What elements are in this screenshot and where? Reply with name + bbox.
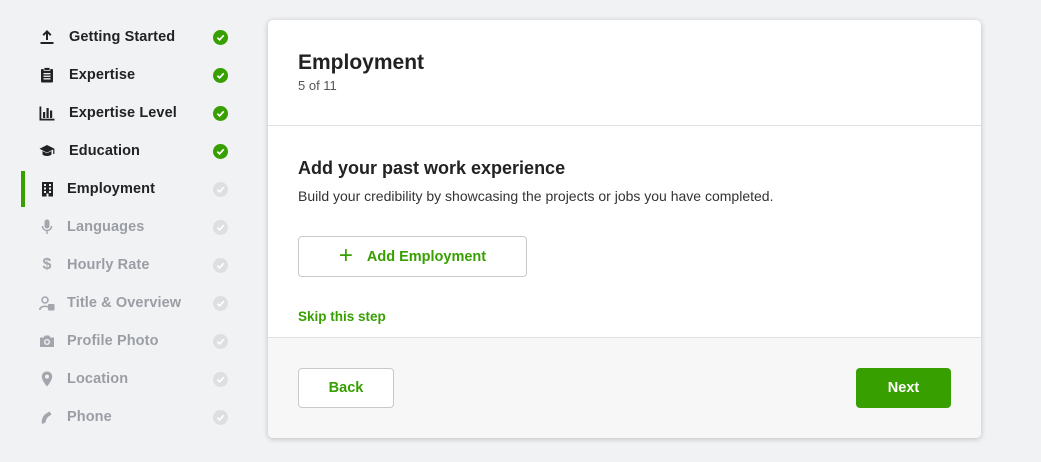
check-circle-icon <box>213 410 228 425</box>
sidebar-item-label: Title & Overview <box>67 295 182 311</box>
sidebar-item-getting-started[interactable]: Getting Started <box>0 18 250 56</box>
check-circle-icon <box>213 372 228 387</box>
next-button[interactable]: Next <box>856 368 951 408</box>
sidebar-item-title-overview[interactable]: Title & Overview <box>0 284 250 322</box>
sidebar-item-label: Phone <box>67 409 112 425</box>
sidebar-item-label: Languages <box>67 219 145 235</box>
check-circle-icon <box>213 296 228 311</box>
sidebar-item-expertise-level[interactable]: Expertise Level <box>0 94 250 132</box>
step-counter: 5 of 11 <box>298 78 337 93</box>
sidebar-item-label: Education <box>69 143 140 159</box>
sidebar-item-languages[interactable]: Languages <box>0 208 250 246</box>
section-description: Build your credibility by showcasing the… <box>298 188 774 204</box>
sidebar-item-label: Expertise Level <box>69 105 177 121</box>
map-pin-icon <box>38 370 56 388</box>
sidebar-item-education[interactable]: Education <box>0 132 250 170</box>
user-icon <box>38 294 56 312</box>
sidebar-item-label: Profile Photo <box>67 333 159 349</box>
check-circle-icon <box>213 106 228 121</box>
sidebar-item-label: Getting Started <box>69 29 176 45</box>
card-footer: Back Next <box>268 337 981 438</box>
page-title: Employment <box>298 51 425 74</box>
sidebar-item-label: Expertise <box>69 67 136 83</box>
sidebar-item-label: Hourly Rate <box>67 257 150 273</box>
add-employment-button[interactable]: + Add Employment <box>298 236 527 277</box>
camera-icon <box>38 332 56 350</box>
sidebar-item-label: Employment <box>67 181 156 197</box>
add-employment-label: Add Employment <box>366 248 487 265</box>
card-body: Add your past work experience Build your… <box>268 126 981 337</box>
section-title: Add your past work experience <box>298 158 566 178</box>
sidebar-item-hourly-rate[interactable]: $ Hourly Rate <box>0 246 250 284</box>
back-button[interactable]: Back <box>298 368 394 408</box>
check-circle-icon <box>213 30 228 45</box>
dollar-icon: $ <box>42 256 52 273</box>
building-icon <box>38 180 56 198</box>
phone-icon <box>38 408 56 426</box>
clipboard-icon <box>38 66 56 84</box>
upload-icon <box>38 28 56 46</box>
sidebar-item-label: Location <box>67 371 129 387</box>
check-circle-icon <box>213 258 228 273</box>
step-sidebar: Getting Started Expertise Expertise Leve… <box>0 18 250 436</box>
check-circle-icon <box>213 220 228 235</box>
microphone-icon <box>38 218 56 236</box>
graduation-cap-icon <box>38 142 56 160</box>
sidebar-item-location[interactable]: Location <box>0 360 250 398</box>
sidebar-item-phone[interactable]: Phone <box>0 398 250 436</box>
check-circle-icon <box>213 68 228 83</box>
plus-icon: + <box>338 241 353 269</box>
check-circle-icon <box>213 182 228 197</box>
bar-chart-icon <box>38 104 56 122</box>
check-circle-icon <box>213 144 228 159</box>
check-circle-icon <box>213 334 228 349</box>
sidebar-item-employment[interactable]: Employment <box>0 170 250 208</box>
skip-step-link[interactable]: Skip this step <box>298 309 386 324</box>
sidebar-item-profile-photo[interactable]: Profile Photo <box>0 322 250 360</box>
employment-card: Employment 5 of 11 Add your past work ex… <box>268 20 981 438</box>
sidebar-item-expertise[interactable]: Expertise <box>0 56 250 94</box>
card-header: Employment 5 of 11 <box>268 20 981 126</box>
